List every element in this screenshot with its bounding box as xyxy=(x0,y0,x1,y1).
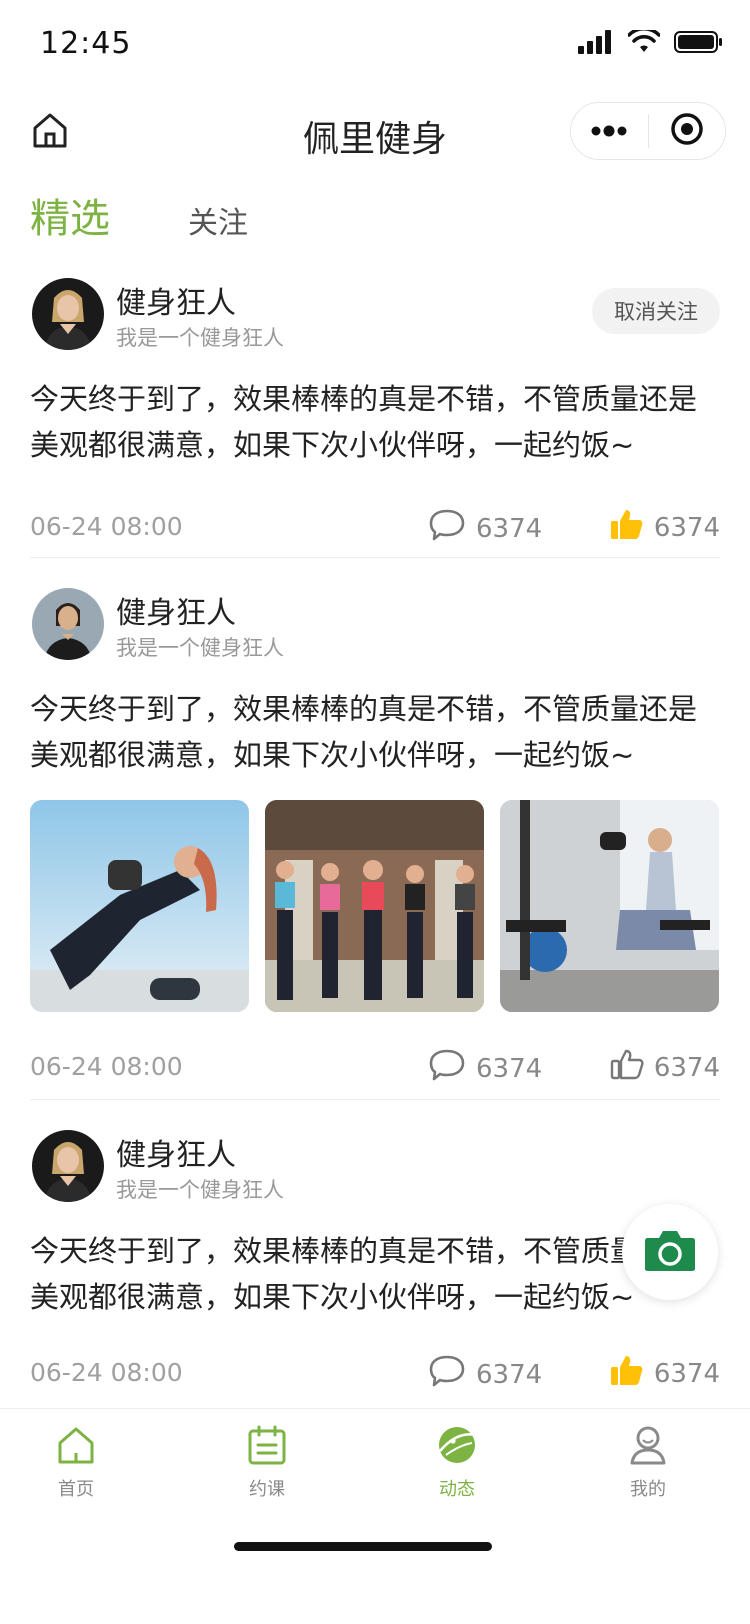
tab-classes-label: 约课 xyxy=(249,1479,285,1500)
post-card: 健身狂人 我是一个健身狂人 今天终于到了，效果棒棒的真是不错，不管质量还是美观都… xyxy=(30,588,720,1088)
wifi-icon xyxy=(627,27,661,58)
tab-moments[interactable]: 动态 xyxy=(397,1425,517,1501)
signal-icon xyxy=(578,30,614,58)
post-text: 今天终于到了，效果棒棒的真是不错，不管质量还是美观都很满意，如果下次小伙伴呀，一… xyxy=(30,382,698,462)
tab-featured[interactable]: 精选 xyxy=(30,186,110,244)
author-name[interactable]: 健身狂人 xyxy=(116,588,236,632)
comment-button[interactable]: 6374 xyxy=(428,1354,542,1395)
photo-grid xyxy=(30,800,720,1012)
unfollow-button[interactable]: 取消关注 xyxy=(592,288,720,334)
author-bio: 我是一个健身狂人 xyxy=(116,1178,284,1202)
post-divider xyxy=(30,557,720,558)
post-photo[interactable] xyxy=(500,800,719,1012)
post-card: 健身狂人 我是一个健身狂人 取消关注 今天终于到了，效果棒棒的真是不错，不管质量… xyxy=(30,278,720,548)
post-text: 今天终于到了，效果棒棒的真是不错，不管质量还是美观都很满意，如果下次小伙伴呀，一… xyxy=(30,692,698,772)
post-meta: 06-24 08:00 6374 6374 xyxy=(30,508,720,548)
camera-post-button[interactable] xyxy=(622,1204,718,1300)
camera-icon xyxy=(644,1228,696,1276)
tab-home[interactable]: 首页 xyxy=(16,1425,136,1501)
comment-icon xyxy=(428,1354,466,1395)
post-photo[interactable] xyxy=(30,800,249,1012)
post-time: 06-24 08:00 xyxy=(30,512,183,541)
thumbs-up-filled-icon xyxy=(610,508,644,547)
more-button[interactable] xyxy=(571,102,648,160)
comment-count: 6374 xyxy=(476,1053,543,1084)
thumbs-up-outline-icon xyxy=(610,1048,644,1087)
tab-following[interactable]: 关注 xyxy=(188,198,248,242)
profile-icon xyxy=(628,1425,668,1469)
post-text: 今天终于到了，效果棒棒的真是不错，不管质量还是美观都很满意，如果下次小伙伴呀，一… xyxy=(30,1234,698,1314)
comment-button[interactable]: 6374 xyxy=(428,508,542,549)
author-name[interactable]: 健身狂人 xyxy=(116,278,236,322)
tab-profile-label: 我的 xyxy=(630,1479,666,1500)
planet-icon xyxy=(436,1425,478,1469)
tab-classes[interactable]: 约课 xyxy=(207,1425,327,1501)
like-button[interactable]: 6374 xyxy=(610,1048,720,1087)
comment-button[interactable]: 6374 xyxy=(428,1048,542,1089)
tab-moments-label: 动态 xyxy=(439,1479,475,1500)
home-icon xyxy=(56,1425,96,1469)
post-header: 健身狂人 我是一个健身狂人 xyxy=(30,1130,720,1210)
thumbs-up-filled-icon xyxy=(610,1354,644,1393)
tab-home-label: 首页 xyxy=(58,1479,94,1500)
like-button[interactable]: 6374 xyxy=(610,1354,720,1393)
avatar[interactable] xyxy=(32,1130,104,1202)
status-time: 12:45 xyxy=(40,26,132,61)
battery-icon xyxy=(674,30,724,58)
status-icons xyxy=(578,27,724,58)
post-divider xyxy=(30,1099,720,1100)
like-button[interactable]: 6374 xyxy=(610,508,720,547)
nav-bar: 佩里健身 xyxy=(0,88,750,176)
author-bio: 我是一个健身狂人 xyxy=(116,636,284,660)
comment-icon xyxy=(428,508,466,549)
home-indicator xyxy=(234,1542,492,1551)
target-icon xyxy=(670,112,704,150)
more-dots-icon xyxy=(591,122,627,141)
author-name[interactable]: 健身狂人 xyxy=(116,1130,236,1174)
post-meta: 06-24 08:00 6374 6374 xyxy=(30,1354,720,1394)
post-header: 健身狂人 我是一个健身狂人 取消关注 xyxy=(30,278,720,358)
tab-profile[interactable]: 我的 xyxy=(588,1425,708,1501)
calendar-icon xyxy=(247,1425,287,1469)
miniprogram-capsule xyxy=(570,102,726,160)
post-header: 健身狂人 我是一个健身狂人 xyxy=(30,588,720,668)
avatar[interactable] xyxy=(32,278,104,350)
bottom-tab-bar: 首页 约课 动态 我的 xyxy=(0,1408,750,1624)
post-photo[interactable] xyxy=(265,800,484,1012)
post-meta: 06-24 08:00 6374 6374 xyxy=(30,1048,720,1088)
close-button[interactable] xyxy=(649,102,726,160)
comment-count: 6374 xyxy=(476,1359,543,1390)
post-time: 06-24 08:00 xyxy=(30,1052,183,1081)
avatar[interactable] xyxy=(32,588,104,660)
feed-tabs: 精选 关注 xyxy=(0,186,750,246)
like-count: 6374 xyxy=(653,1358,720,1389)
like-count: 6374 xyxy=(653,512,720,543)
status-bar: 12:45 xyxy=(0,0,750,88)
like-count: 6374 xyxy=(653,1052,720,1083)
post-time: 06-24 08:00 xyxy=(30,1358,183,1387)
author-bio: 我是一个健身狂人 xyxy=(116,326,284,350)
comment-icon xyxy=(428,1048,466,1089)
comment-count: 6374 xyxy=(476,513,543,544)
post-card: 健身狂人 我是一个健身狂人 今天终于到了，效果棒棒的真是不错，不管质量还是美观都… xyxy=(30,1130,720,1394)
